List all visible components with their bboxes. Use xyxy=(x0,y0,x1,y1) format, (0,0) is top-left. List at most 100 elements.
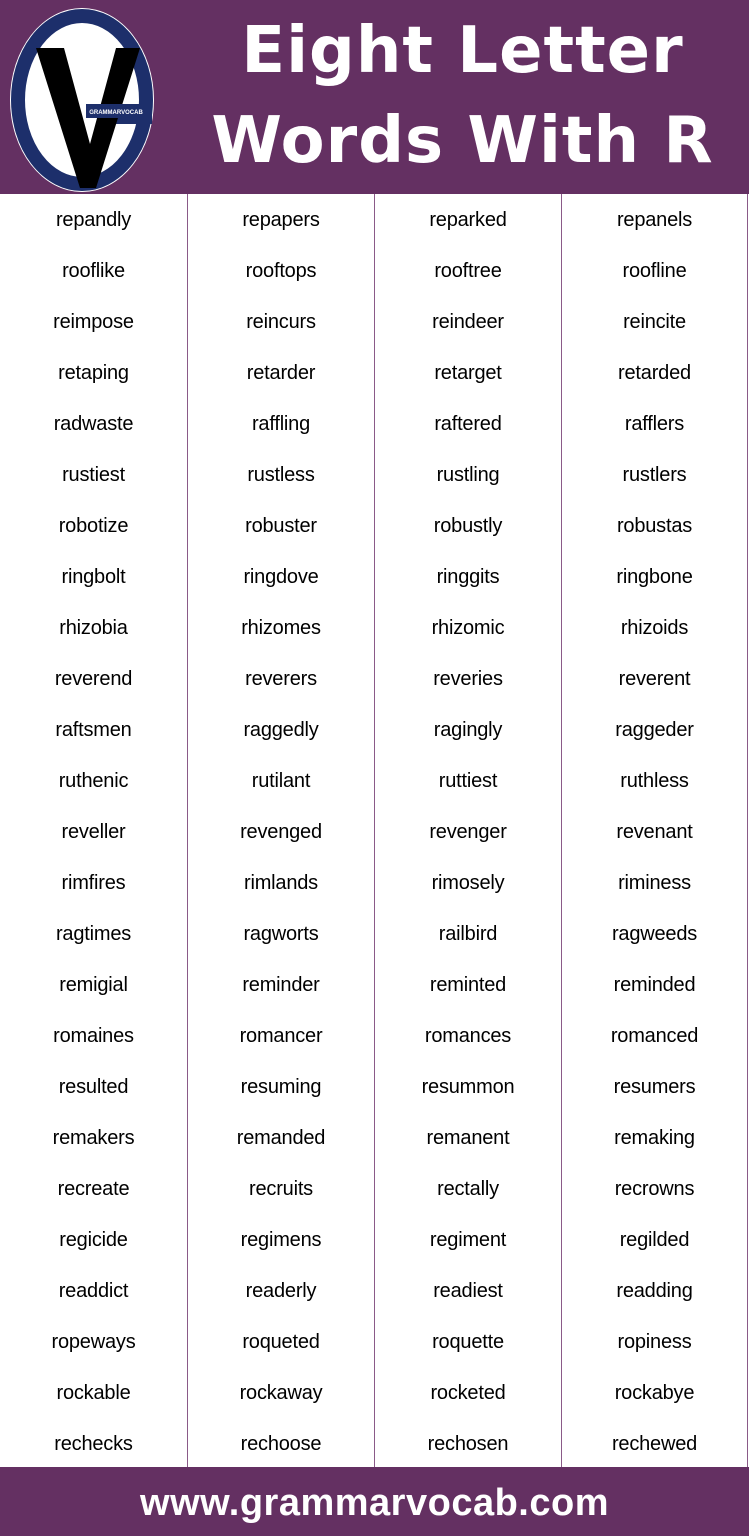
word-cell: ruttiest xyxy=(438,770,498,792)
word-cell: resulted xyxy=(58,1076,129,1098)
word-cell: regiment xyxy=(429,1229,507,1251)
word-cell: rutilant xyxy=(251,770,311,792)
word-cell: raggedly xyxy=(243,719,319,741)
word-cell: retarget xyxy=(434,362,502,384)
word-cell: rechewed xyxy=(611,1433,698,1455)
word-cell: rhizomic xyxy=(431,617,505,639)
word-cell: rooflike xyxy=(62,260,125,282)
word-cell: rockaway xyxy=(239,1382,323,1404)
word-cell: ruthenic xyxy=(58,770,129,792)
footer-url: www.grammarvocab.com xyxy=(0,1467,749,1536)
word-cell: recreate xyxy=(57,1178,130,1200)
word-cell: remanded xyxy=(236,1127,326,1149)
word-cell: rustiest xyxy=(62,464,125,486)
word-cell: recrowns xyxy=(614,1178,695,1200)
word-cell: reincite xyxy=(623,311,686,333)
word-cell: retarded xyxy=(618,362,691,384)
word-cell: recruits xyxy=(249,1178,313,1200)
word-cell: rockable xyxy=(56,1382,131,1404)
word-cell: ringdove xyxy=(243,566,319,588)
word-cell: roqueted xyxy=(242,1331,320,1353)
word-cell: robuster xyxy=(245,515,317,537)
word-cell: ragweeds xyxy=(611,923,698,945)
word-cell: ragingly xyxy=(433,719,503,741)
word-cell: robotize xyxy=(58,515,129,537)
word-cell: riminess xyxy=(618,872,691,894)
word-cell: rectally xyxy=(437,1178,499,1200)
word-cell: robustly xyxy=(433,515,503,537)
word-cell: retarder xyxy=(246,362,316,384)
word-cell: ringgits xyxy=(436,566,500,588)
word-cell: remaking xyxy=(614,1127,695,1149)
word-cell: romanced xyxy=(610,1025,699,1047)
word-cell: reimpose xyxy=(53,311,134,333)
word-cell: rustling xyxy=(436,464,500,486)
word-cell: reverend xyxy=(54,668,133,690)
word-cell: raggeder xyxy=(615,719,694,741)
word-cell: regilded xyxy=(619,1229,690,1251)
word-cell: ringbone xyxy=(616,566,693,588)
word-cell: resuming xyxy=(240,1076,322,1098)
word-cell: repandly xyxy=(55,209,132,231)
word-cell: reminded xyxy=(613,974,696,996)
word-grid: repandly rooflike reimpose retaping radwaste… xyxy=(0,194,748,1470)
word-cell: remigial xyxy=(59,974,128,996)
word-cell: robustas xyxy=(616,515,693,537)
word-cell: rocketed xyxy=(430,1382,506,1404)
word-cell: rhizobia xyxy=(59,617,128,639)
word-cell: rhizoids xyxy=(620,617,689,639)
word-cell: resummon xyxy=(421,1076,515,1098)
word-cell: romancer xyxy=(239,1025,323,1047)
word-cell: raftsmen xyxy=(55,719,132,741)
word-cell: ropeways xyxy=(51,1331,136,1353)
word-cell: rimlands xyxy=(244,872,318,894)
header-banner: GRAMMARVOCAB Eight Letter Words With R xyxy=(0,0,749,194)
word-cell: regimens xyxy=(240,1229,322,1251)
word-cell: remanent xyxy=(426,1127,510,1149)
word-cell: readding xyxy=(616,1280,693,1302)
word-cell: romaines xyxy=(53,1025,134,1047)
word-cell: rechoose xyxy=(240,1433,322,1455)
word-cell: ropiness xyxy=(617,1331,692,1353)
word-column-4: repanels roofline reincite retarded rafflers… xyxy=(561,194,748,1470)
logo-text: GRAMMARVOCAB xyxy=(89,110,143,116)
word-cell: revenger xyxy=(429,821,507,843)
word-cell: ruthless xyxy=(620,770,689,792)
word-cell: railbird xyxy=(438,923,498,945)
title-line-1: Eight Letter xyxy=(241,14,684,88)
word-cell: readiest xyxy=(433,1280,503,1302)
word-cell: ragworts xyxy=(243,923,319,945)
word-cell: rustlers xyxy=(622,464,687,486)
word-cell: reverent xyxy=(618,668,691,690)
word-cell: ragtimes xyxy=(55,923,132,945)
word-cell: remakers xyxy=(52,1127,135,1149)
word-cell: retaping xyxy=(58,362,129,384)
word-cell: ringbolt xyxy=(61,566,126,588)
word-cell: reminder xyxy=(242,974,320,996)
word-cell: raftered xyxy=(434,413,502,435)
word-cell: reveller xyxy=(61,821,126,843)
word-cell: radwaste xyxy=(53,413,134,435)
word-cell: rechosen xyxy=(427,1433,509,1455)
word-cell: resumers xyxy=(613,1076,696,1098)
word-cell: regicide xyxy=(59,1229,128,1251)
word-column-2: repapers rooftops reincurs retarder raffling… xyxy=(187,194,374,1470)
word-cell: reincurs xyxy=(246,311,316,333)
word-cell: rooftops xyxy=(245,260,317,282)
word-cell: reminted xyxy=(429,974,507,996)
word-cell: reindeer xyxy=(432,311,504,333)
word-cell: repanels xyxy=(616,209,693,231)
word-cell: rafflers xyxy=(624,413,685,435)
word-cell: rechecks xyxy=(54,1433,133,1455)
word-cell: roquette xyxy=(432,1331,504,1353)
word-column-3: reparked rooftree reindeer retarget raftered… xyxy=(374,194,561,1470)
word-cell: rustless xyxy=(247,464,315,486)
word-column-1: repandly rooflike reimpose retaping radwaste… xyxy=(0,194,187,1470)
word-cell: rimosely xyxy=(431,872,505,894)
word-cell: rimfires xyxy=(61,872,126,894)
word-cell: revenged xyxy=(240,821,322,843)
word-cell: revenant xyxy=(616,821,693,843)
word-cell: reveries xyxy=(433,668,503,690)
word-cell: repapers xyxy=(242,209,320,231)
word-cell: romances xyxy=(424,1025,512,1047)
